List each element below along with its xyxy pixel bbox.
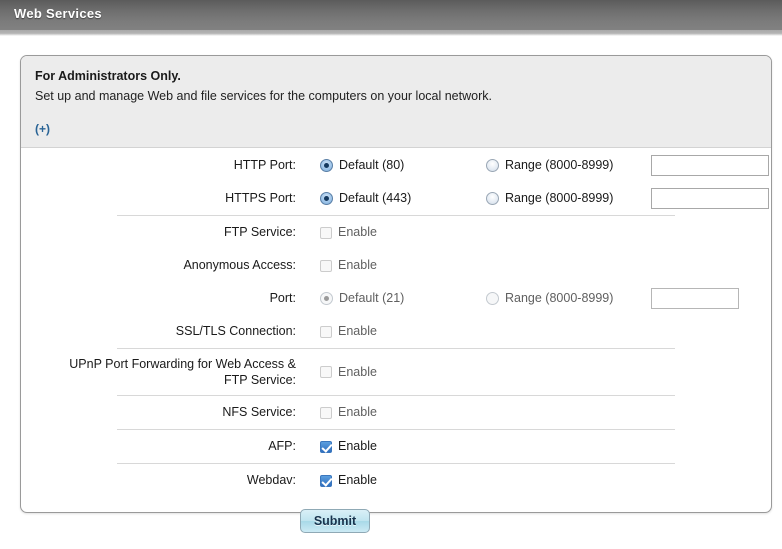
radio-icon[interactable] [320,292,333,306]
ftp-port-range-label: Range (8000-8999) [505,291,614,306]
radio-icon[interactable] [320,192,333,206]
label-nfs-service: NFS Service: [222,405,296,419]
checkbox-icon[interactable] [320,325,332,338]
expand-details-link[interactable]: (+) [35,122,50,136]
nfs-service-enable-label: Enable [338,405,377,420]
https-port-default-group: Default (443) [320,182,411,215]
row-ftp-port: Port: Default (21) Range (8000-8999) [21,282,771,315]
row-http-port: HTTP Port: Default (80) Range (8000-8999… [21,149,771,182]
upnp-checkbox-option[interactable]: Enable [320,349,377,395]
titlebar-shadow [0,30,782,36]
ftp-port-default-radio-option[interactable]: Default (21) [320,282,404,315]
https-port-range-label: Range (8000-8999) [505,191,614,206]
http-port-default-label: Default (80) [339,158,405,173]
checkbox-icon[interactable] [320,406,332,419]
row-webdav: Webdav: Enable [21,464,771,497]
ftp-port-range-radio-option[interactable]: Range (8000-8999) [486,282,613,315]
https-port-default-label: Default (443) [339,191,412,206]
row-afp: AFP: Enable [21,430,771,463]
checkbox-icon[interactable] [320,226,332,239]
label-ftp-port: Port: [269,291,296,305]
label-http-port: HTTP Port: [233,158,296,172]
ftp-port-range-input-wrap [651,282,739,315]
submit-button[interactable]: Submit [300,509,370,533]
checkbox-icon[interactable] [320,440,332,453]
label-anonymous-access: Anonymous Access: [183,258,296,272]
afp-checkbox-option[interactable]: Enable [320,430,377,463]
radio-icon[interactable] [486,292,499,306]
anonymous-access-enable-label: Enable [338,258,377,273]
ssl-tls-checkbox-option[interactable]: Enable [320,315,377,348]
row-nfs-service: NFS Service: Enable [21,396,771,429]
webdav-enable-label: Enable [338,473,377,488]
admin-info-description: Set up and manage Web and file services … [35,89,492,103]
web-services-form: HTTP Port: Default (80) Range (8000-8999… [21,149,771,533]
ssl-tls-group: Enable [320,315,377,348]
label-ftp-service: FTP Service: [223,225,296,239]
ssl-tls-enable-label: Enable [338,324,377,339]
ftp-service-enable-label: Enable [338,225,377,240]
row-https-port: HTTPS Port: Default (443) Range (8000-89… [21,182,771,215]
anonymous-access-checkbox-option[interactable]: Enable [320,249,377,282]
afp-enable-label: Enable [338,439,377,454]
https-port-range-input[interactable] [651,188,769,210]
row-upnp-port-forwarding: UPnP Port Forwarding for Web Access & FT… [21,349,771,395]
https-port-range-group: Range (8000-8999) [486,182,613,215]
ftp-port-default-label: Default (21) [339,291,405,306]
ftp-port-default-group: Default (21) [320,282,404,315]
webdav-checkbox-option[interactable]: Enable [320,464,377,497]
label-https-port: HTTPS Port: [225,191,296,205]
label-webdav: Webdav: [246,473,296,487]
label-afp: AFP: [268,439,296,453]
http-port-range-radio-option[interactable]: Range (8000-8999) [486,149,613,182]
nfs-service-group: Enable [320,396,377,429]
http-port-range-group: Range (8000-8999) [486,149,613,182]
http-port-range-input[interactable] [651,155,769,177]
radio-icon[interactable] [486,159,499,173]
https-port-default-radio-option[interactable]: Default (443) [320,182,411,215]
row-anonymous-access: Anonymous Access: Enable [21,249,771,282]
web-services-panel: For Administrators Only. Set up and mana… [20,55,772,533]
row-ftp-service: FTP Service: Enable [21,216,771,249]
http-port-default-group: Default (80) [320,149,404,182]
nfs-service-checkbox-option[interactable]: Enable [320,396,377,429]
http-port-range-label: Range (8000-8999) [505,158,614,173]
ftp-service-group: Enable [320,216,377,249]
checkbox-icon[interactable] [320,259,332,272]
https-port-range-input-wrap [651,182,769,215]
row-ssl-tls-connection: SSL/TLS Connection: Enable [21,315,771,348]
http-port-range-input-wrap [651,149,769,182]
ftp-service-checkbox-option[interactable]: Enable [320,216,377,249]
radio-icon[interactable] [320,159,333,173]
ftp-port-range-input[interactable] [651,288,739,310]
checkbox-icon[interactable] [320,366,332,378]
https-port-range-radio-option[interactable]: Range (8000-8999) [486,182,613,215]
upnp-group: Enable [320,349,377,395]
submit-row: Submit [21,497,771,549]
admin-info-box: For Administrators Only. Set up and mana… [21,56,771,148]
webdav-group: Enable [320,464,377,497]
window-titlebar: Web Services [0,0,782,30]
checkbox-icon[interactable] [320,474,332,487]
afp-group: Enable [320,430,377,463]
anonymous-access-group: Enable [320,249,377,282]
radio-icon[interactable] [486,192,499,206]
page-title: Web Services [14,6,102,21]
label-upnp-port-forwarding: UPnP Port Forwarding for Web Access & FT… [69,357,296,387]
admin-info-heading: For Administrators Only. [35,69,181,83]
label-ssl-tls-connection: SSL/TLS Connection: [175,324,296,338]
upnp-enable-label: Enable [338,365,377,379]
ftp-port-range-group: Range (8000-8999) [486,282,613,315]
http-port-default-radio-option[interactable]: Default (80) [320,149,404,182]
